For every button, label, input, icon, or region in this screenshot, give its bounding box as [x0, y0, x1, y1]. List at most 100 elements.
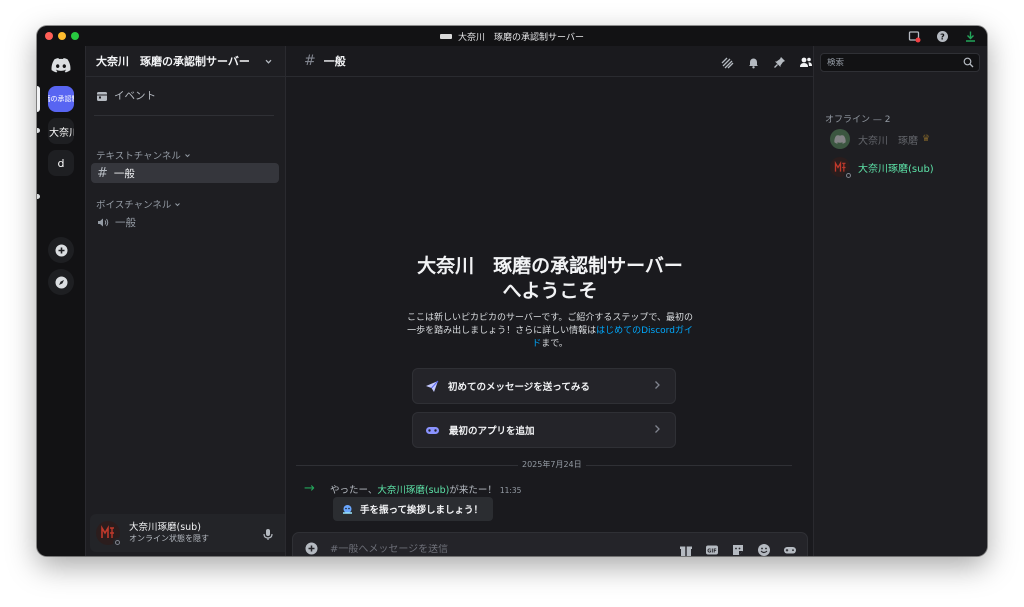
- close-window-button[interactable]: [45, 32, 53, 40]
- bell-icon[interactable]: [747, 54, 760, 73]
- channel-text-general[interactable]: # 一般: [91, 163, 279, 183]
- message-input[interactable]: [330, 543, 650, 555]
- message-composer: GIF: [292, 532, 808, 556]
- user-info[interactable]: 大奈川琢磨(sub) オンライン状態を隠す: [129, 522, 209, 544]
- chevron-right-icon: [655, 381, 660, 389]
- discord-logo-icon: [834, 134, 846, 144]
- server-icon-d[interactable]: d: [48, 150, 74, 176]
- member-category-offline: オフライン — 2: [825, 115, 891, 125]
- speaker-icon: [98, 218, 109, 226]
- search-icon: [963, 57, 974, 68]
- search-box: [820, 53, 980, 72]
- members-icon[interactable]: [799, 54, 813, 73]
- category-label: ボイスチャンネル: [96, 200, 172, 211]
- date-label: 2025年7月24日: [518, 459, 586, 470]
- window-controls: [45, 32, 79, 40]
- chevron-down-icon: [175, 202, 181, 206]
- server-mini-icon: [440, 33, 453, 39]
- member-item[interactable]: 大奈川琢磨(sub): [830, 156, 934, 180]
- message-timestamp: 11:35: [499, 485, 522, 495]
- search-input[interactable]: [827, 57, 957, 68]
- help-icon[interactable]: ?: [935, 29, 949, 43]
- sidebar-divider: [94, 115, 274, 116]
- wave-label: 手を振って挨拶しましょう！: [360, 505, 484, 516]
- status-indicator: [113, 538, 122, 547]
- microphone-icon[interactable]: [262, 526, 274, 545]
- window-title-text: 大奈川 琢磨の承認制サーバー: [458, 32, 584, 43]
- events-item[interactable]: イベント: [96, 88, 156, 103]
- add-attachment-button[interactable]: [305, 540, 318, 557]
- add-first-app-card[interactable]: 最初のアプリを追加: [412, 412, 676, 448]
- title-bar-tools: ?: [907, 29, 977, 43]
- card-label: 初めてのメッセージを送ってみる: [448, 382, 590, 393]
- calendar-icon: [97, 91, 107, 101]
- chat-main: # 一般 大奈川 琢磨の承認制サーバーへようこそ ここは新しいピカピカのサーバー…: [285, 46, 813, 556]
- user-name: 大奈川琢磨(sub): [129, 522, 201, 533]
- gif-icon[interactable]: GIF: [705, 542, 719, 556]
- server-icon-label: d: [57, 156, 65, 170]
- discord-logo-icon: [51, 57, 71, 72]
- chevron-down-icon: [185, 153, 190, 157]
- composer-tools: GIF: [679, 542, 797, 556]
- unread-indicator: [37, 194, 40, 199]
- discord-window: 大奈川 琢磨の承認制サーバー ? 磨の承認制 大奈川 d: [37, 26, 987, 556]
- selected-server-indicator: [37, 86, 40, 112]
- member-name: 大奈川 琢磨: [858, 135, 918, 147]
- hashtag-icon: #: [304, 53, 316, 69]
- avatar: [830, 157, 853, 180]
- channel-voice-general[interactable]: 一般: [91, 212, 279, 232]
- minimize-window-button[interactable]: [58, 32, 66, 40]
- channel-header: # 一般: [286, 46, 813, 77]
- pin-icon[interactable]: [773, 54, 786, 73]
- avatar: [830, 129, 850, 149]
- emoji-icon[interactable]: [757, 542, 771, 556]
- svg-text:GIF: GIF: [707, 549, 716, 555]
- channel-label: 一般: [113, 167, 135, 180]
- server-icon-onagawa[interactable]: 大奈川: [48, 118, 74, 144]
- window-title: 大奈川 琢磨の承認制サーバー: [440, 30, 584, 43]
- header-tools: [721, 54, 813, 73]
- category-voice-channels[interactable]: ボイスチャンネル: [96, 197, 181, 211]
- crown-icon: ♛: [922, 134, 931, 144]
- date-divider: 2025年7月24日: [296, 459, 792, 471]
- plus-icon: [55, 244, 67, 256]
- wave-button[interactable]: 手を振って挨拶しましょう！: [333, 497, 494, 521]
- join-username[interactable]: 大奈川琢磨(sub): [377, 485, 449, 496]
- add-server-button[interactable]: [48, 237, 74, 263]
- download-icon[interactable]: [963, 29, 977, 43]
- paper-plane-icon: [426, 380, 439, 392]
- title-bar: 大奈川 琢磨の承認制サーバー ?: [37, 26, 987, 46]
- gift-icon[interactable]: [679, 542, 693, 556]
- member-item[interactable]: 大奈川 琢磨 ♛: [830, 128, 930, 150]
- inbox-icon[interactable]: [907, 29, 921, 43]
- server-header[interactable]: 大奈川 琢磨の承認制サーバー: [86, 46, 285, 77]
- member-name: 大奈川琢磨(sub): [858, 163, 934, 175]
- events-label: イベント: [114, 90, 156, 102]
- arrow-right-icon: →: [304, 481, 315, 496]
- compass-icon: [55, 276, 67, 288]
- channel-title: 一般: [323, 55, 346, 68]
- welcome-title: 大奈川 琢磨の承認制サーバーへようこそ: [286, 254, 814, 304]
- apps-gamepad-icon[interactable]: [783, 542, 797, 556]
- join-message: → やったー、大奈川琢磨(sub)が来たー！ 11:35: [304, 481, 521, 496]
- server-icon-label: 磨の承認制: [48, 95, 74, 103]
- server-icon-approval[interactable]: 磨の承認制: [48, 86, 74, 112]
- welcome-description: ここは新しいピカピカのサーバーです。ご紹介するステップで、最初の一歩を踏み出しま…: [406, 312, 694, 351]
- threads-icon[interactable]: [721, 54, 734, 73]
- maximize-window-button[interactable]: [71, 32, 79, 40]
- category-text-channels[interactable]: テキストチャンネル: [96, 148, 191, 162]
- discord-home-button[interactable]: [48, 52, 74, 78]
- server-rail: 磨の承認制 大奈川 d: [37, 46, 85, 556]
- plus-circle-icon: [305, 542, 318, 554]
- welcome-title-text: 大奈川 琢磨の承認制サーバーへようこそ: [417, 255, 683, 302]
- wave-sticker-icon: [343, 504, 352, 514]
- send-first-message-card[interactable]: 初めてのメッセージを送ってみる: [412, 368, 676, 404]
- sticker-icon[interactable]: [731, 542, 745, 556]
- category-label: テキストチャンネル: [96, 151, 181, 162]
- join-suffix: が来たー！: [449, 484, 497, 496]
- user-status-text: オンライン状態を隠す: [129, 534, 209, 543]
- explore-servers-button[interactable]: [48, 269, 74, 295]
- avatar[interactable]: [96, 521, 122, 547]
- channel-label: 一般: [115, 216, 136, 229]
- welcome-desc-end: まで。: [541, 339, 568, 349]
